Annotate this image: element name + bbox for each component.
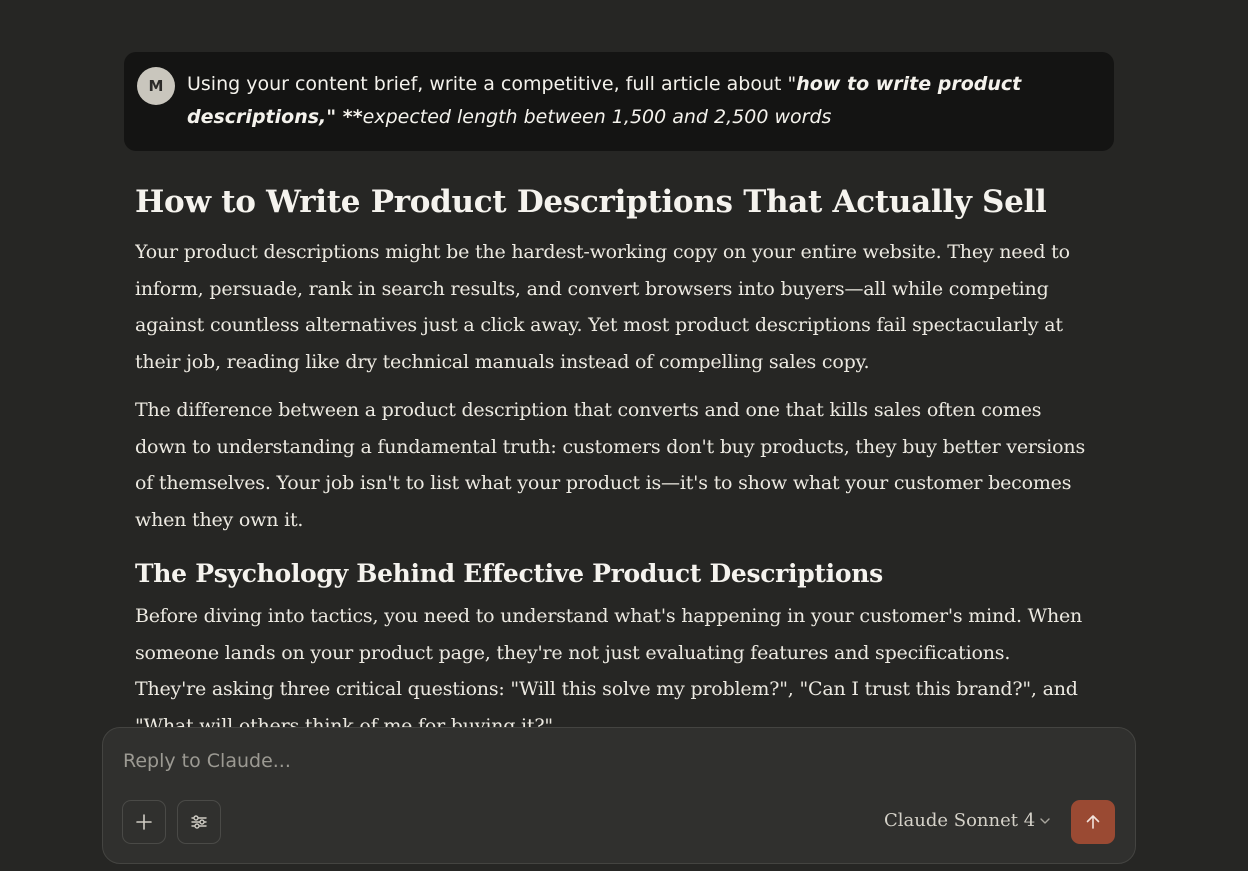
arrow-up-icon (1086, 815, 1100, 829)
reply-composer: Reply to Claude... Claude Sonnet 4 (102, 727, 1136, 864)
section-paragraph: Before diving into tactics, you need to … (135, 605, 1083, 728)
options-button[interactable] (177, 800, 221, 844)
add-button[interactable] (122, 800, 166, 844)
model-label: Claude Sonnet 4 (884, 810, 1036, 831)
user-message-text: Using your content brief, write a compet… (187, 68, 1067, 134)
reply-input[interactable]: Reply to Claude... (123, 750, 291, 772)
chevron-down-icon (1040, 817, 1050, 824)
user-message-bold-2: descriptions," ** (187, 106, 363, 128)
article-paragraph: Your product descriptions might be the h… (135, 241, 1070, 373)
send-button[interactable] (1071, 800, 1115, 844)
user-message-bold-1: how to write product (796, 73, 1022, 95)
article-title: How to Write Product Descriptions That A… (135, 184, 1047, 220)
section-heading: The Psychology Behind Effective Product … (135, 559, 883, 588)
sliders-icon (191, 815, 207, 829)
user-message-intro: Using your content brief, write a compet… (187, 73, 797, 95)
user-message: M Using your content brief, write a comp… (124, 52, 1114, 151)
model-selector[interactable]: Claude Sonnet 4 (884, 810, 1051, 831)
plus-icon (136, 814, 152, 830)
article-paragraph: The difference between a product descrip… (135, 399, 1085, 531)
user-avatar: M (137, 67, 175, 105)
user-message-italic: expected length between 1,500 and 2,500 … (362, 106, 832, 128)
assistant-response: How to Write Product Descriptions That A… (135, 180, 1085, 728)
